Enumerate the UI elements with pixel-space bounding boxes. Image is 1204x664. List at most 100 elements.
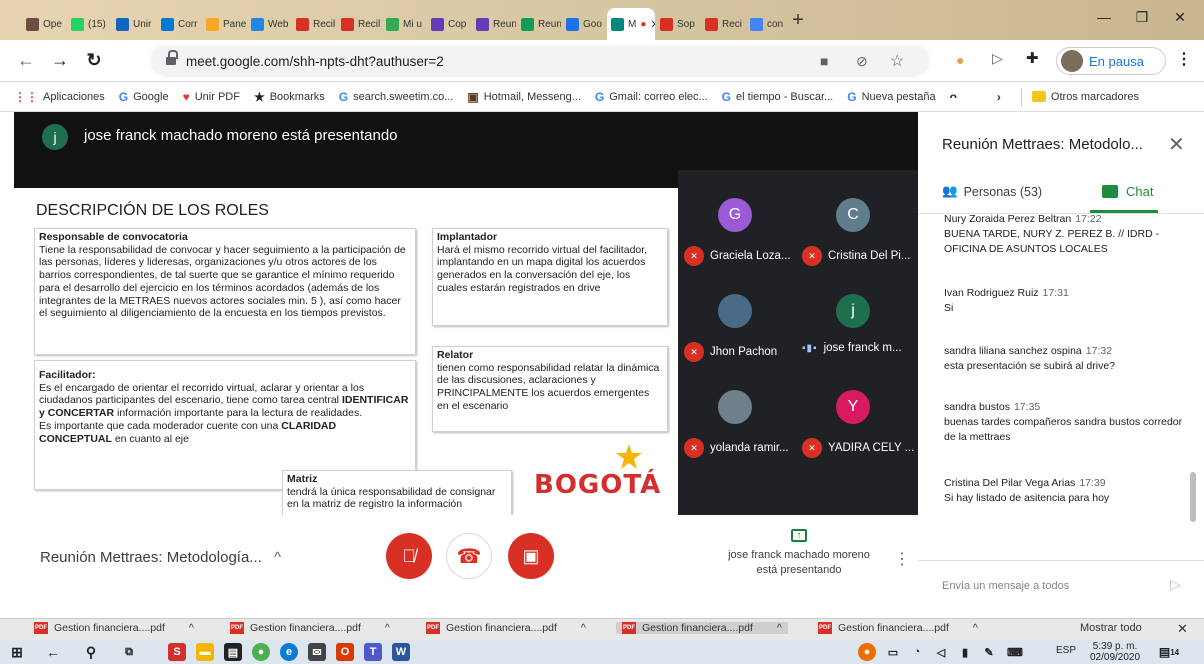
edge-icon[interactable]: e <box>280 643 298 661</box>
browser-tab[interactable]: Corr <box>157 8 201 40</box>
task-view-icon[interactable]: ⧉ <box>120 643 138 661</box>
download-item[interactable]: PDF Gestion financiera....pdf ^ <box>616 622 788 634</box>
wifi-icon[interactable]: ◔ <box>908 643 926 661</box>
camera-off-button[interactable]: ▣ <box>508 533 554 579</box>
browser-tab[interactable]: Recil <box>292 8 336 40</box>
close-tab-icon[interactable]: ✕ <box>650 18 655 31</box>
file-explorer-icon[interactable]: ▬ <box>196 643 214 661</box>
bookmark-item[interactable]: ▣ Hotmail, Messeng... <box>467 90 581 104</box>
show-all-button[interactable]: Mostrar todo <box>1080 622 1142 634</box>
browser-tab[interactable]: Mi u <box>382 8 426 40</box>
browser-tab[interactable]: Reun <box>517 8 561 40</box>
browser-tab[interactable]: Ope <box>22 8 66 40</box>
download-item[interactable]: PDF Gestion financiera....pdf ^ <box>420 622 592 634</box>
browser-tab[interactable]: Unir <box>112 8 156 40</box>
participant-tile[interactable]: ✕ Jhon Pachon <box>678 286 796 368</box>
chevron-right-icon[interactable]: › <box>997 90 1001 104</box>
close-window-icon[interactable]: ✕ <box>1166 6 1194 30</box>
bookmark-item[interactable]: G Gmail: correo elec... <box>595 90 708 104</box>
back-arrow-icon[interactable]: ← <box>44 643 62 661</box>
app-red-icon[interactable]: S <box>168 643 186 661</box>
omnibox[interactable]: meet.google.com/shh-npts-dht?authuser=2 … <box>150 45 930 77</box>
windows-start-icon[interactable]: ⊞ <box>8 643 26 661</box>
participant-tile[interactable]: Y ✕ YADIRA CELY ... <box>796 382 914 464</box>
chevron-up-icon[interactable]: ^ <box>385 622 390 634</box>
eye-off-icon[interactable]: ⊘ <box>856 53 868 70</box>
bookmark-item[interactable]: Gel tiempo - Buscar... <box>722 90 834 104</box>
mic-off-button[interactable]: 🎙̸ <box>386 533 432 579</box>
new-tab-button[interactable]: + <box>787 10 809 32</box>
participant-tile[interactable]: G ✕ Graciela Loza... <box>678 190 796 272</box>
participant-tile[interactable]: j ▪▮▪ jose franck m... <box>796 286 914 368</box>
chevron-up-icon[interactable]: ^ <box>777 622 782 634</box>
browser-tab[interactable]: Web <box>247 8 291 40</box>
clock[interactable]: 5:39 p. m. 02/09/2020 <box>1090 641 1140 663</box>
forward-icon[interactable]: → <box>48 49 72 73</box>
volume-icon[interactable]: ◁ <box>932 643 950 661</box>
reload-icon[interactable]: ↻ <box>82 49 106 73</box>
bookmark-item[interactable]: ♥ Unir PDF <box>183 90 240 104</box>
tab-people[interactable]: 👥 Personas (53) <box>942 184 1042 199</box>
menu-kebab-icon[interactable]: ⋮ <box>1176 49 1192 69</box>
bookmark-item[interactable]: G Google <box>119 90 169 104</box>
browser-tab[interactable]: Cop <box>427 8 471 40</box>
bookmark-item[interactable]: ⋮⋮ Aplicaciones <box>14 90 105 104</box>
minimize-icon[interactable]: — <box>1090 6 1118 30</box>
send-icon[interactable]: ▷ <box>1170 576 1181 593</box>
other-bookmarks[interactable]: Otros marcadores <box>1031 91 1139 103</box>
meet-ext-icon[interactable]: ᴖ <box>950 90 957 104</box>
profile-button[interactable]: En pausa <box>1056 47 1166 75</box>
browser-tab[interactable]: Recil <box>337 8 381 40</box>
download-item[interactable]: PDF Gestion financiera....pdf ^ <box>812 622 984 634</box>
cast-icon[interactable]: ▷ <box>992 50 1003 67</box>
office-icon[interactable]: O <box>336 643 354 661</box>
language-indicator[interactable]: ESP <box>1056 645 1076 656</box>
browser-tab[interactable]: (15) <box>67 8 111 40</box>
notifications-icon[interactable]: ▤ 14 <box>1159 643 1179 661</box>
keyboard-icon[interactable]: ⌨ <box>1006 643 1024 661</box>
mail-icon[interactable]: ✉ <box>308 643 326 661</box>
presenting-status[interactable]: ↑ jose franck machado moreno está presen… <box>704 529 894 578</box>
url-text[interactable]: meet.google.com/shh-npts-dht?authuser=2 <box>186 54 444 69</box>
participant-tile[interactable]: C ✕ Cristina Del Pi... <box>796 190 914 272</box>
meeting-title[interactable]: Reunión Mettraes: Metodología... ^ <box>40 549 281 566</box>
teams-icon[interactable]: T <box>364 643 382 661</box>
word-icon[interactable]: W <box>392 643 410 661</box>
search-icon[interactable]: ⚲ <box>82 643 100 661</box>
chevron-up-icon[interactable]: ^ <box>973 622 978 634</box>
puzzle-icon[interactable]: ✚ <box>1026 49 1039 67</box>
browser-tab[interactable]: Pane <box>202 8 246 40</box>
pen-icon[interactable]: ✎ <box>980 643 998 661</box>
download-item[interactable]: PDF Gestion financiera....pdf ^ <box>28 622 200 634</box>
back-icon[interactable]: ← <box>14 49 38 73</box>
chevron-up-icon[interactable]: ^ <box>274 549 281 566</box>
close-downloads-icon[interactable]: ✕ <box>1177 621 1188 637</box>
bookmark-item[interactable]: ★ Bookmarks <box>254 90 325 104</box>
browser-tab[interactable]: Goo <box>562 8 606 40</box>
bookmark-item[interactable]: G Nueva pestaña <box>847 90 935 104</box>
star-bookmark-icon[interactable]: ☆ <box>890 51 904 71</box>
restore-icon[interactable]: ❐ <box>1128 6 1156 30</box>
chat-input[interactable]: Envía un mensaje a todos <box>942 580 1069 592</box>
avast-icon[interactable]: ● <box>858 643 876 661</box>
tab-chat[interactable]: Chat <box>1102 184 1153 199</box>
browser-tab[interactable]: Sop <box>656 8 700 40</box>
browser-tab[interactable]: con <box>746 8 790 40</box>
bookmark-item[interactable]: Gsearch.sweetim.co... <box>339 90 454 104</box>
chevron-up-icon[interactable]: ^ <box>189 622 194 634</box>
scrollbar[interactable] <box>1190 472 1196 522</box>
leave-call-button[interactable]: ☎ <box>446 533 492 579</box>
store-icon[interactable]: ▤ <box>224 643 242 661</box>
browser-tab[interactable]: M●✕ <box>607 8 655 40</box>
chevron-up-icon[interactable]: ^ <box>581 622 586 634</box>
browser-tab[interactable]: Reci <box>701 8 745 40</box>
mic-tray-icon[interactable]: ▮ <box>956 643 974 661</box>
extension-icon[interactable]: ● <box>956 52 964 68</box>
close-icon[interactable]: ✕ <box>1168 132 1185 157</box>
download-item[interactable]: PDF Gestion financiera....pdf ^ <box>224 622 396 634</box>
browser-tab[interactable]: Reun <box>472 8 516 40</box>
participant-tile[interactable]: ✕ yolanda ramir... <box>678 382 796 464</box>
battery-icon[interactable]: ▭ <box>884 643 902 661</box>
chrome-icon[interactable]: ● <box>252 643 270 661</box>
more-options-icon[interactable]: ⋮ <box>894 549 910 569</box>
